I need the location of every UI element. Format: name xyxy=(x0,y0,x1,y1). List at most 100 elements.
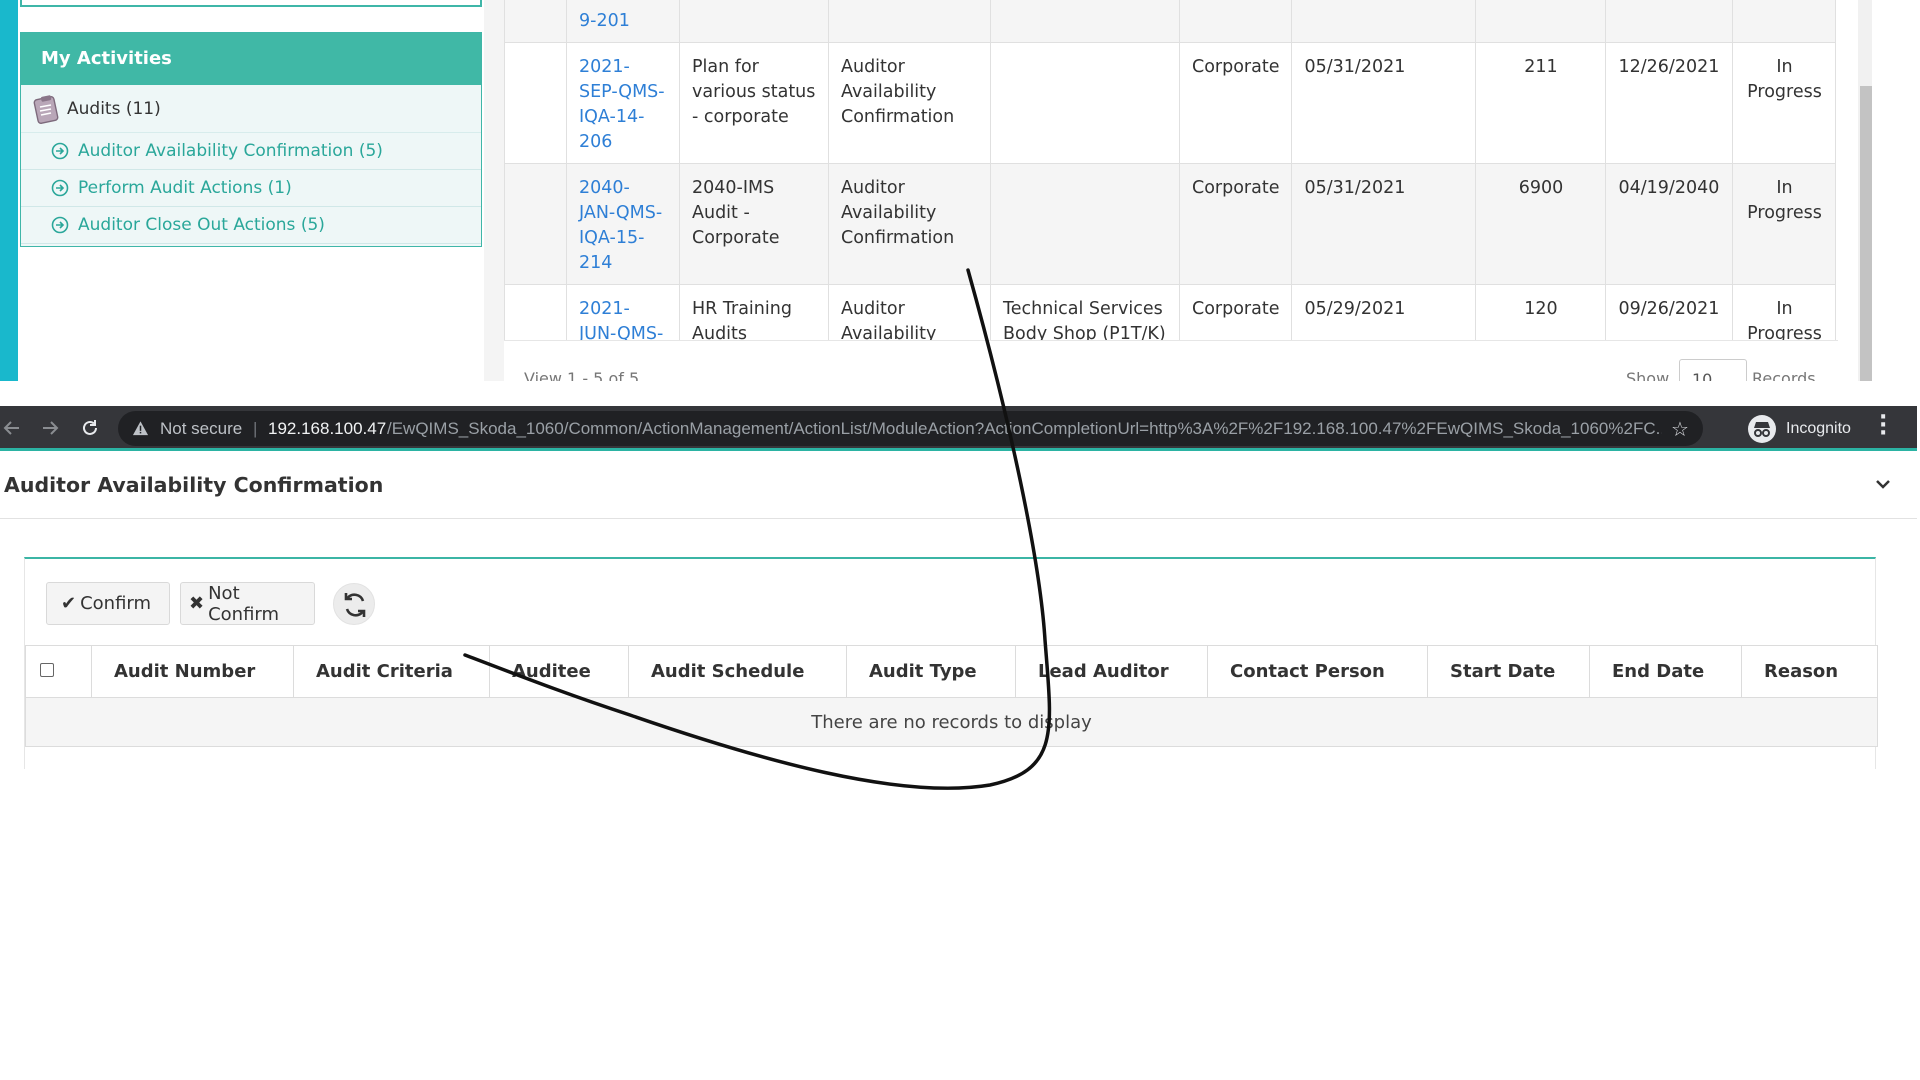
table-row[interactable]: 2040-JAN-QMS-IQA-15-214 2040-IMS Audit -… xyxy=(504,163,1837,285)
start-date-cell: 05/31/2021 xyxy=(1291,42,1477,164)
empty-row: There are no records to display xyxy=(25,697,1878,747)
table-cell xyxy=(828,0,991,43)
page-left-edge xyxy=(0,0,18,381)
column-header-auditee[interactable]: Auditee xyxy=(489,645,629,698)
not-confirm-label: Not Confirm xyxy=(208,582,280,625)
table-cell xyxy=(1178,0,1293,43)
sidebar-item-auditor-availability-confirmation[interactable]: Auditor Availability Confirmation (5) xyxy=(21,133,481,170)
url-path: /EwQIMS_Skoda_1060/Common/ActionManageme… xyxy=(387,419,1662,438)
start-date-cell: 05/31/2021 xyxy=(1291,163,1477,285)
browser-toolbar: Not secure | 192.168.100.47 /EwQIMS_Skod… xyxy=(0,406,1917,451)
address-bar[interactable]: Not secure | 192.168.100.47 /EwQIMS_Skod… xyxy=(118,411,1703,446)
column-header-contact-person[interactable]: Contact Person xyxy=(1207,645,1428,698)
pager-show-label: Show xyxy=(1626,369,1670,381)
refresh-icon xyxy=(344,593,366,617)
pager-view-text: View 1 - 5 of 5 xyxy=(524,369,640,381)
table-cell xyxy=(1605,0,1734,43)
table-cell xyxy=(679,0,829,43)
auditee-cell xyxy=(990,42,1180,164)
audit-number-link[interactable]: 2021-SEP-QMS-IQA-14-206 xyxy=(566,42,680,164)
table-row[interactable]: 2021-SEP-QMS-IQA-14-206 Plan for various… xyxy=(504,42,1837,164)
back-arrow-icon[interactable] xyxy=(2,418,22,438)
content-gutter xyxy=(484,0,504,381)
incognito-indicator[interactable]: Incognito xyxy=(1748,413,1851,445)
sidebar-item-label: Perform Audit Actions (1) xyxy=(78,178,292,198)
incognito-icon xyxy=(1748,415,1776,443)
audit-number-link[interactable]: 2040-JAN-QMS-IQA-15-214 xyxy=(566,163,680,285)
confirm-label: Confirm xyxy=(80,593,152,614)
sidebar-item-label: Auditor Close Out Actions (5) xyxy=(78,215,325,235)
my-activities-title: My Activities xyxy=(21,33,481,85)
progress-cell: In Progress xyxy=(1732,42,1837,164)
confirm-button[interactable]: ✔ Confirm xyxy=(46,582,170,625)
end-date-cell: 12/26/2021 xyxy=(1605,42,1734,164)
audit-criteria-cell: 2040-IMS Audit - Corporate xyxy=(679,163,829,285)
url-host: 192.168.100.47 xyxy=(268,419,387,438)
grid-pager: View 1 - 5 of 5 Show 10 Records xyxy=(504,340,1838,381)
page-size-select[interactable]: 10 xyxy=(1679,359,1747,381)
security-label: Not secure xyxy=(160,419,243,438)
table-cell xyxy=(1732,0,1837,43)
status-cell: Auditor Availability Confirmation xyxy=(828,42,991,164)
previous-sidebar-box xyxy=(20,0,482,7)
sidebar-item-audits[interactable]: Audits (11) xyxy=(21,85,481,133)
x-icon: ✖ xyxy=(189,593,205,614)
column-header-audit-criteria[interactable]: Audit Criteria xyxy=(293,645,490,698)
grid-header-row: Audit Number Audit Criteria Auditee Audi… xyxy=(25,645,1878,698)
audit-criteria-cell: Plan for various status - corporate xyxy=(679,42,829,164)
progress-cell: In Progress xyxy=(1732,163,1837,285)
incognito-label: Incognito xyxy=(1786,420,1851,437)
warning-triangle-icon xyxy=(132,421,149,436)
confirmation-grid: Audit Number Audit Criteria Auditee Audi… xyxy=(25,645,1878,747)
column-header-reason[interactable]: Reason xyxy=(1741,645,1878,698)
table-cell xyxy=(504,42,567,164)
audit-number-link[interactable]: 9-201 xyxy=(566,0,680,43)
arrow-circle-right-icon xyxy=(51,216,69,234)
reload-icon[interactable] xyxy=(80,418,100,438)
sidebar-item-perform-audit-actions[interactable]: Perform Audit Actions (1) xyxy=(21,170,481,207)
table-cell xyxy=(504,163,567,285)
page-header: Auditor Availability Confirmation xyxy=(0,451,1917,519)
scrollbar-thumb[interactable] xyxy=(1860,86,1872,381)
previous-page-fragment: My Activities Audits (11) Auditor Availa… xyxy=(0,0,1880,381)
page-title: Auditor Availability Confirmation xyxy=(4,473,384,497)
column-header-audit-number[interactable]: Audit Number xyxy=(91,645,294,698)
arrow-circle-right-icon xyxy=(51,179,69,197)
chevron-down-icon[interactable] xyxy=(1874,475,1892,493)
status-cell: Auditor Availability Confirmation xyxy=(828,163,991,285)
bookmark-star-icon[interactable]: ☆ xyxy=(1671,417,1689,441)
table-cell xyxy=(990,0,1180,43)
table-cell xyxy=(1291,0,1477,43)
more-menu-icon[interactable]: · · · xyxy=(1879,407,1887,445)
pager-records-label: Records xyxy=(1752,369,1816,381)
select-all-cell xyxy=(25,645,92,698)
sidebar-item-auditor-close-out-actions[interactable]: Auditor Close Out Actions (5) xyxy=(21,207,481,244)
empty-message: There are no records to display xyxy=(25,697,1878,747)
arrow-circle-right-icon xyxy=(51,142,69,160)
clipboard-icon xyxy=(33,94,59,124)
end-date-cell: 04/19/2040 xyxy=(1605,163,1734,285)
table-row[interactable]: 9-201 xyxy=(504,0,1837,43)
check-icon: ✔ xyxy=(61,593,77,614)
select-all-checkbox[interactable] xyxy=(40,663,54,677)
days-cell: 6900 xyxy=(1475,163,1607,285)
unit-cell: Corporate xyxy=(1178,163,1293,285)
days-cell: 211 xyxy=(1475,42,1607,164)
column-header-end-date[interactable]: End Date xyxy=(1589,645,1742,698)
audit-list-grid: 9-201 2021-SEP-QMS-IQA-14-206 Plan for v… xyxy=(504,0,1838,381)
column-header-audit-type[interactable]: Audit Type xyxy=(846,645,1016,698)
auditee-cell xyxy=(990,163,1180,285)
url-separator: | xyxy=(253,419,258,438)
column-header-audit-schedule[interactable]: Audit Schedule xyxy=(628,645,847,698)
table-cell xyxy=(504,0,567,43)
column-header-lead-auditor[interactable]: Lead Auditor xyxy=(1015,645,1208,698)
forward-arrow-icon[interactable] xyxy=(40,418,60,438)
confirmation-panel: ✔ Confirm ✖ Not Confirm Audit Number Aud… xyxy=(24,557,1878,769)
my-activities-panel: My Activities Audits (11) Auditor Availa… xyxy=(20,32,482,247)
sidebar-item-label: Auditor Availability Confirmation (5) xyxy=(78,141,383,161)
refresh-button[interactable] xyxy=(333,583,375,625)
sidebar-item-label: Audits (11) xyxy=(67,98,161,119)
not-confirm-button[interactable]: ✖ Not Confirm xyxy=(180,582,315,625)
column-header-start-date[interactable]: Start Date xyxy=(1427,645,1590,698)
unit-cell: Corporate xyxy=(1178,42,1293,164)
